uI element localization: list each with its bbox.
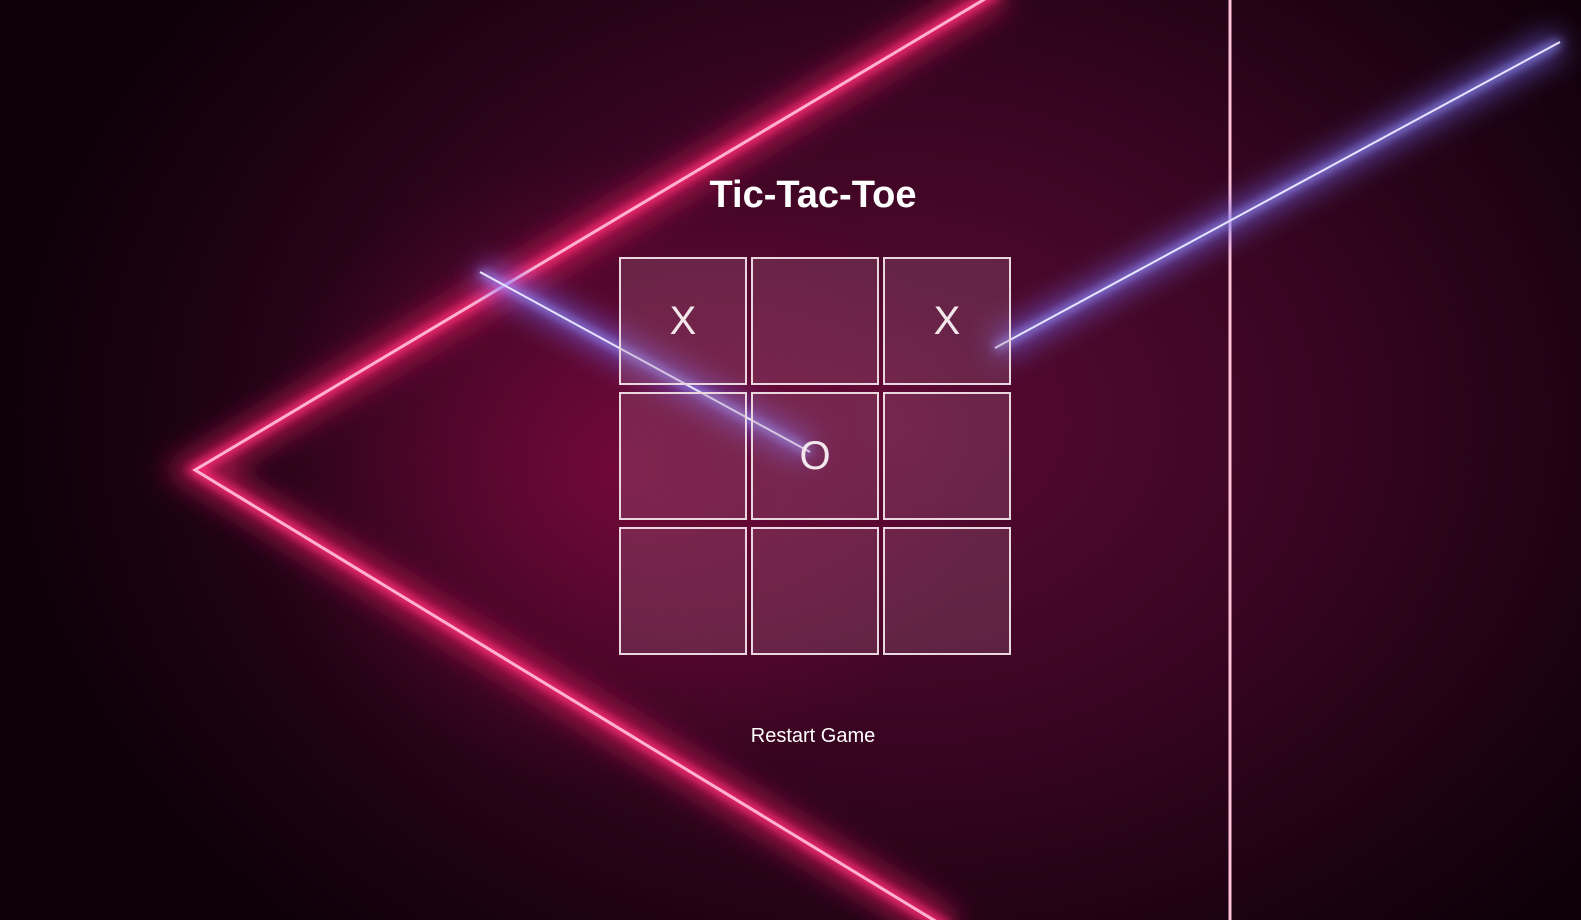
board-cell-8[interactable]	[751, 527, 879, 655]
board-cell-4[interactable]	[619, 392, 747, 520]
board-cell-5[interactable]: O	[751, 392, 879, 520]
board-cell-6[interactable]	[883, 392, 1011, 520]
board-cell-2[interactable]	[751, 257, 879, 385]
board-cell-9[interactable]	[883, 527, 1011, 655]
board-cell-1[interactable]: X	[619, 257, 747, 385]
game-board: X X O	[619, 257, 1011, 657]
page-title: Tic-Tac-Toe	[709, 174, 917, 216]
board-cell-7[interactable]	[619, 527, 747, 655]
restart-game-button[interactable]: Restart Game	[713, 722, 913, 750]
board-cell-3[interactable]: X	[883, 257, 1011, 385]
